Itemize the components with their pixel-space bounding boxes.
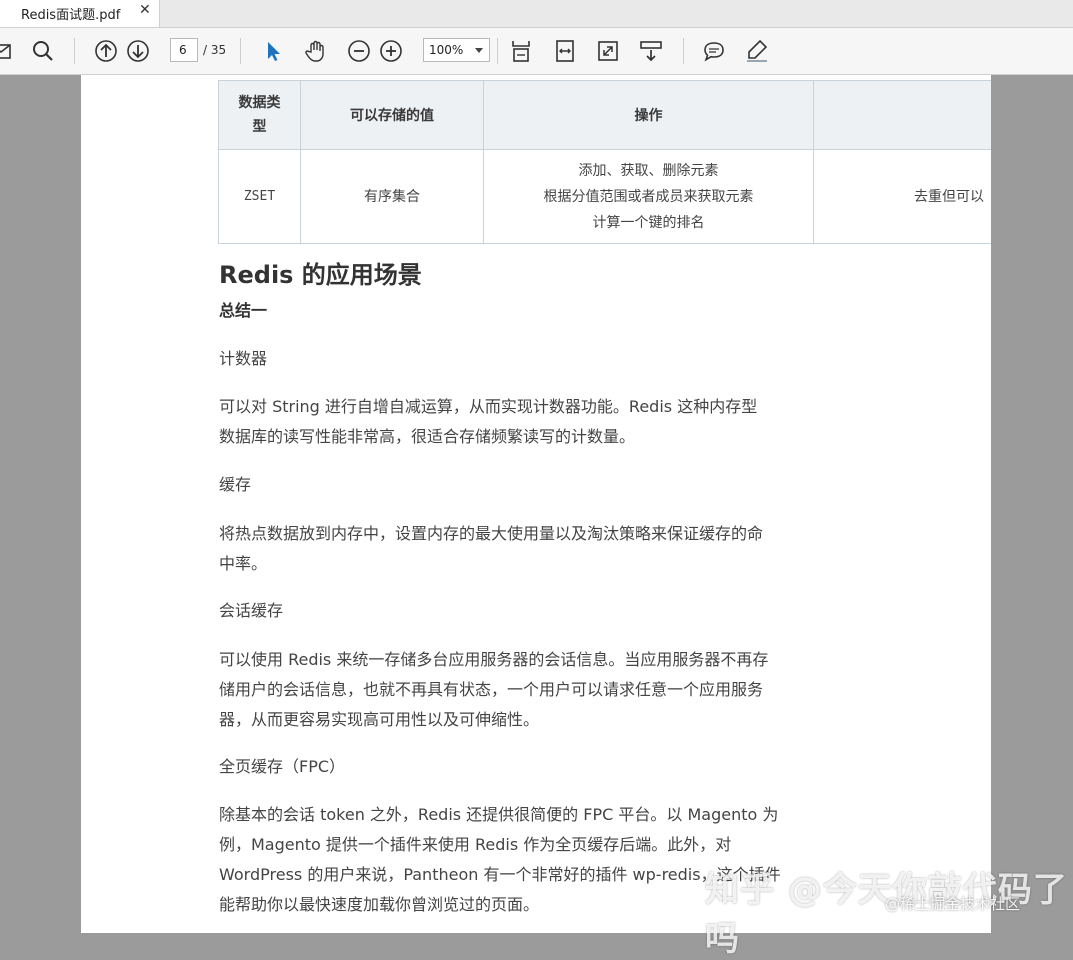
zoom-out-icon[interactable] [346,38,372,64]
page-number-input[interactable]: 6 [170,38,198,62]
table-header: 可以存储的值 [300,80,484,150]
paragraph-line: 数据库的读写性能非常高，很适合存储频繁读写的计数量。 [219,427,636,446]
paragraph-line: 可以使用 Redis 来统一存储多台应用服务器的会话信息。当应用服务器不再存 [219,650,769,669]
page-total: / 35 [203,43,227,57]
table-header: 数据类型 [218,80,301,150]
hand-tool-icon[interactable] [303,38,329,64]
section-heading: Redis 的应用场景 [219,261,422,289]
paragraph-line: 例，Magento 提供一个插件来使用 Redis 作为全页缓存后端。此外，对 [219,835,732,854]
paragraph-line: 储用户的会话信息，也就不再具有状态，一个用户可以请求任意一个应用服务 [219,680,764,699]
paragraph-line: 将热点数据放到内存中，设置内存的最大使用量以及淘汰策略来保证缓存的命 [219,524,764,543]
op-line: 计算一个键的排名 [592,214,705,231]
previous-page-icon[interactable] [93,38,119,64]
tab-title: Redis面试题.pdf [21,8,121,23]
highlighter-icon[interactable] [744,38,770,64]
cell-type: ZSET [218,149,301,244]
table-header [813,80,991,150]
full-screen-icon[interactable] [595,38,621,64]
data-type-table: 数据类型 可以存储的值 操作 ZSET 有序集合 添加、获取、删除元素 根据分值… [218,80,991,244]
op-line: 添加、获取、删除元素 [578,162,719,179]
header-type: 数据类型 [238,95,281,135]
cell-ops: 添加、获取、删除元素 根据分值范围或者成员来获取元素 计算一个键的排名 [483,149,814,244]
paragraph-line: 器，从而更容易实现高可用性以及可伸缩性。 [219,710,540,729]
document-tab[interactable]: Redis面试题.pdf ✕ [0,0,160,27]
op-line: 根据分值范围或者成员来获取元素 [543,188,754,205]
next-page-icon[interactable] [125,38,151,64]
scroll-mode-icon[interactable] [638,38,664,64]
select-cursor-icon[interactable] [260,38,286,64]
summary-title: 总结一 [219,301,268,320]
mail-icon[interactable] [0,38,14,64]
cell-value: 有序集合 [300,149,484,244]
tab-bar: Redis面试题.pdf ✕ [0,0,1073,28]
watermark-sub: @稀土掘金技术社区 [885,895,1021,913]
paragraph-title: 全页缓存（FPC） [219,757,346,776]
fit-width-icon[interactable] [552,38,578,64]
toolbar: 6 / 35 100% [0,28,1073,75]
paragraph-line: 除基本的会话 token 之外，Redis 还提供很简便的 FPC 平台。以 M… [219,805,779,824]
zoom-value: 100% [429,43,464,57]
table-row: ZSET 有序集合 添加、获取、删除元素 根据分值范围或者成员来获取元素 计算一… [218,149,991,244]
chevron-down-icon [475,48,483,53]
search-icon[interactable] [30,38,56,64]
toolbar-separator [74,38,75,64]
paragraph-title: 缓存 [219,475,252,494]
zoom-select[interactable]: 100% [423,38,490,62]
cell-use: 去重但可以 [813,149,991,244]
toolbar-separator [683,38,684,64]
paragraph-line: 可以对 String 进行自增自减运算，从而实现计数器功能。Redis 这种内存… [219,397,758,416]
toolbar-separator [497,38,498,64]
zoom-in-icon[interactable] [378,38,404,64]
fit-page-icon[interactable] [508,38,534,64]
table-header-row: 数据类型 可以存储的值 操作 [218,80,991,150]
cell-use-text: 去重但可以 [914,188,984,205]
table-header: 操作 [483,80,814,150]
close-icon[interactable]: ✕ [139,2,151,18]
toolbar-separator [240,38,241,64]
paragraph-line: 中率。 [219,554,268,573]
paragraph-title: 会话缓存 [219,601,284,620]
pdf-page[interactable]: 数据类型 可以存储的值 操作 ZSET 有序集合 添加、获取、删除元素 根据分值… [81,75,991,933]
comment-icon[interactable] [701,38,727,64]
paragraph-title: 计数器 [219,349,268,368]
